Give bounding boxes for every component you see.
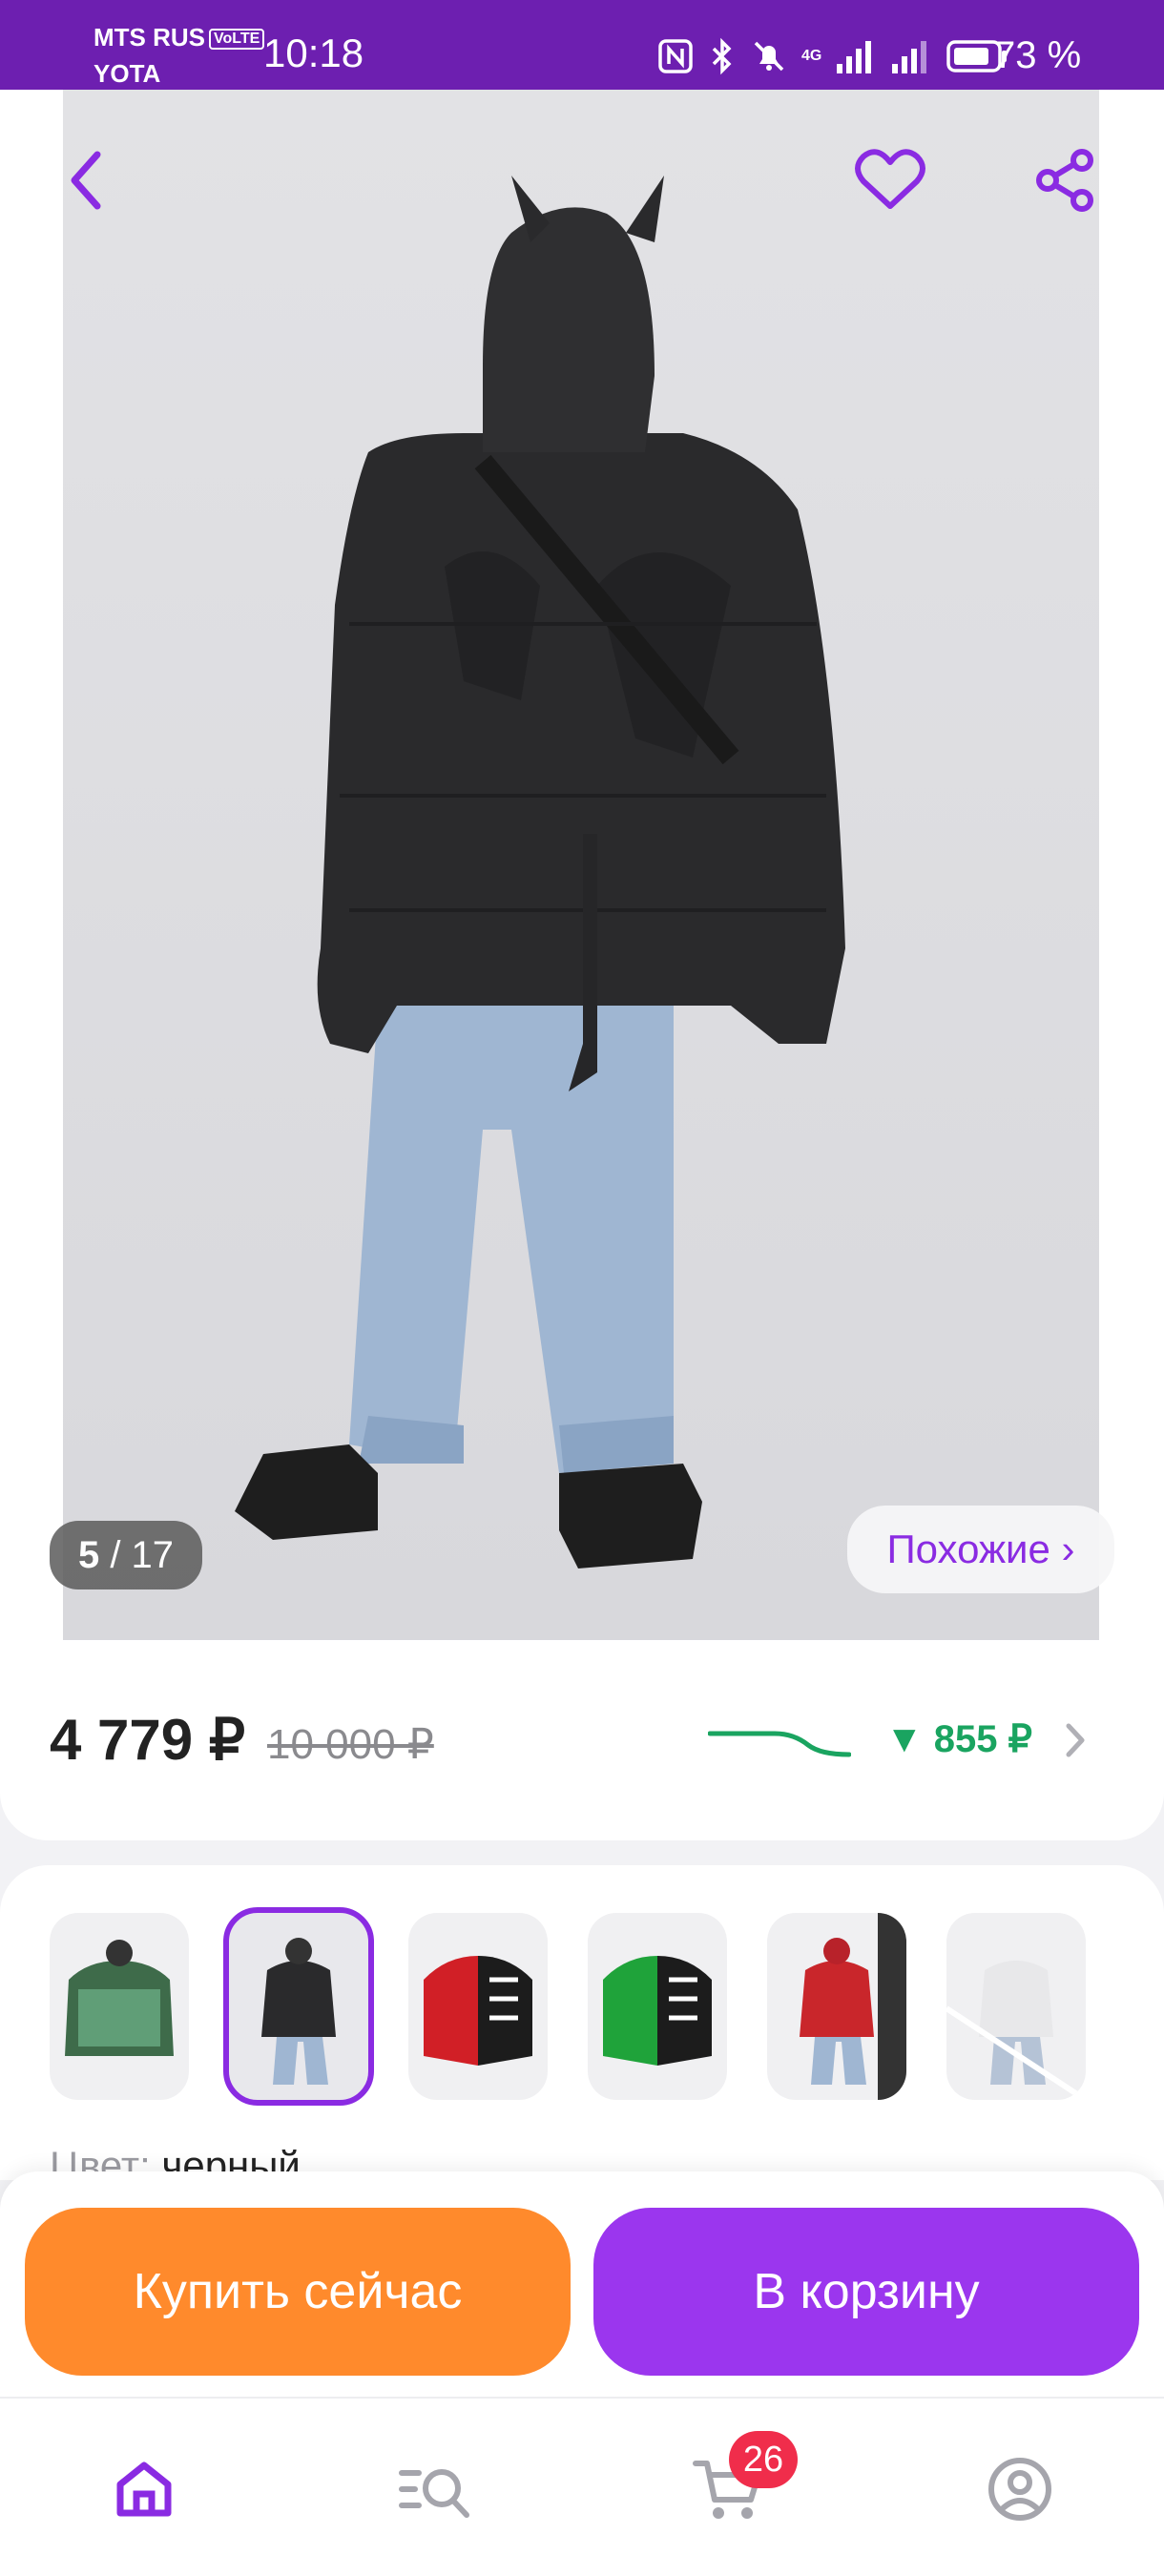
status-icons: 4G — [656, 34, 1008, 78]
old-price: 10 000 ₽ — [267, 1721, 434, 1768]
carrier-name: MTS RUS — [94, 23, 205, 52]
current-price: 4 779 ₽ — [50, 1708, 245, 1772]
variant-thumb[interactable] — [408, 1913, 548, 2100]
counter-total: / 17 — [110, 1534, 175, 1576]
buy-now-button[interactable]: Купить сейчас — [25, 2208, 571, 2376]
catalog-search-icon — [399, 2469, 469, 2518]
nav-home[interactable] — [101, 2446, 187, 2532]
favorite-button[interactable] — [847, 137, 933, 223]
signal-icon — [837, 41, 872, 73]
chevron-left-icon — [71, 151, 101, 210]
chevron-right-icon[interactable] — [1061, 1716, 1090, 1764]
share-button[interactable] — [1023, 137, 1109, 223]
network-type: 4G — [801, 48, 822, 64]
carrier-secondary: YOTA — [94, 59, 161, 88]
battery-percent: 73 % — [994, 34, 1082, 76]
price-trend-sparkline[interactable] — [708, 1716, 851, 1764]
back-button[interactable] — [44, 137, 130, 223]
bluetooth-icon — [712, 37, 732, 75]
status-bar: MTS RUS VoLTE YOTA 10:18 4G 73 % — [0, 0, 1164, 90]
nav-profile[interactable] — [977, 2446, 1063, 2532]
signal-icon-2 — [892, 41, 927, 73]
variant-image — [800, 1913, 906, 2100]
variant-image — [261, 1938, 336, 2085]
volte-badge: VoLTE — [209, 29, 265, 50]
variant-image — [65, 1940, 174, 2056]
variant-image — [424, 1956, 532, 2066]
counter-current: 5 — [77, 1534, 100, 1576]
image-counter: 5 / 17 — [50, 1521, 202, 1589]
carrier-primary: MTS RUS VoLTE — [94, 23, 265, 52]
mute-bell-icon — [754, 41, 784, 72]
home-icon — [116, 2462, 172, 2517]
variant-thumbnails — [50, 1907, 1086, 2106]
variant-thumb-unavailable[interactable] — [946, 1913, 1086, 2100]
price-card: 4 779 ₽ 10 000 ₽ ▼ 855 ₽ — [0, 1640, 1164, 1840]
variants-card: Цвет: черный — [0, 1865, 1164, 2180]
product-photo[interactable] — [63, 90, 1099, 1640]
heart-icon — [855, 149, 925, 209]
price-drop: ▼ 855 ₽ — [885, 1718, 1033, 1760]
variant-thumb[interactable] — [767, 1913, 906, 2100]
product-gallery[interactable]: 5 / 17 Похожие › — [0, 90, 1164, 1640]
variant-thumb[interactable] — [50, 1913, 189, 2100]
cart-count-badge: 26 — [729, 2431, 798, 2488]
nav-catalog-search[interactable] — [393, 2446, 479, 2532]
similar-button[interactable]: Похожие › — [847, 1506, 1114, 1593]
bottom-navigation — [0, 2397, 1164, 2576]
variant-thumb-selected[interactable] — [223, 1907, 374, 2106]
share-icon — [1036, 149, 1093, 212]
add-to-cart-button[interactable]: В корзину — [593, 2208, 1139, 2376]
variant-image — [603, 1956, 712, 2066]
variant-thumb[interactable] — [588, 1913, 727, 2100]
product-screen: MTS RUS VoLTE YOTA 10:18 4G 73 % 5 / 17 … — [0, 0, 1164, 2576]
clock: 10:18 — [263, 31, 364, 75]
profile-icon — [988, 2458, 1051, 2521]
product-image-illustration — [63, 90, 1099, 1640]
nfc-icon — [658, 39, 693, 73]
variant-image — [946, 1961, 1086, 2100]
purchase-action-bar: Купить сейчас В корзину — [0, 2171, 1164, 2397]
